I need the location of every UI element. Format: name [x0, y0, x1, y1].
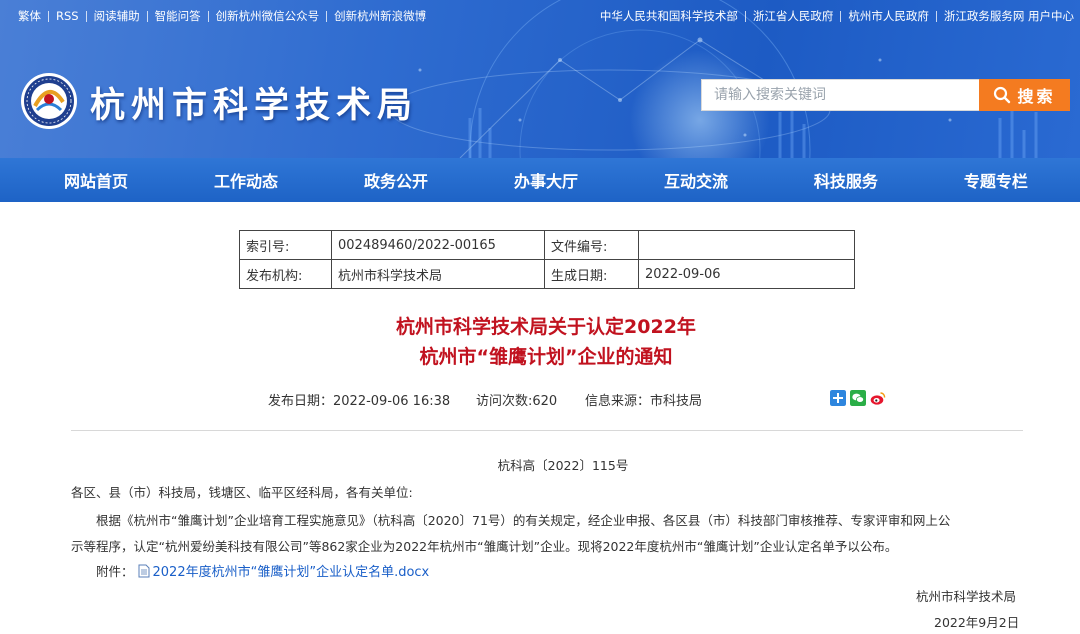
top-right-links: 中华人民共和国科学技术部 浙江省人民政府 杭州市人民政府 浙江政务服务网 用户中…	[600, 0, 1080, 32]
signature-org: 杭州市科学技术局	[916, 589, 1017, 604]
divider	[146, 10, 148, 22]
site-banner: 繁体 RSS 阅读辅助 智能问答 创新杭州微信公众号 创新杭州新浪微博 中华人民…	[0, 0, 1080, 158]
index-value: 002489460/2022-00165	[331, 230, 545, 260]
divider	[935, 10, 937, 22]
divider	[85, 10, 87, 22]
attachment-label: 附件：	[96, 564, 134, 579]
search-icon	[994, 86, 1011, 104]
article-title-line2: 杭州市“雏鹰计划”企业的通知	[419, 346, 673, 368]
document-number: 杭科高〔2022〕115号	[497, 458, 629, 473]
share-plus-icon[interactable]	[830, 390, 846, 406]
top-left-links: 繁体 RSS 阅读辅助 智能问答 创新杭州微信公众号 创新杭州新浪微博	[0, 0, 426, 32]
main-nav: 网站首页 工作动态 政务公开 办事大厅 互动交流 科技服务 专题专栏	[0, 158, 1080, 202]
document-file-icon	[138, 564, 150, 577]
search-input[interactable]	[701, 79, 979, 111]
link-most[interactable]: 中华人民共和国科学技术部	[600, 8, 738, 24]
visit-count: 访问次数:620	[476, 394, 558, 409]
divider	[840, 10, 842, 22]
salutation: 各区、县（市）科技局，钱塘区、临平区经科局，各有关单位:	[71, 485, 413, 500]
date-label: 生成日期:	[544, 259, 639, 289]
publish-date: 发布日期：2022-09-06 16:38	[268, 394, 451, 409]
paragraph-line-2: 示等程序，认定“杭州爱纷美科技有限公司”等862家企业为2022年杭州市“雏鹰计…	[71, 539, 898, 554]
wechat-share-icon[interactable]	[850, 390, 866, 406]
index-label: 索引号:	[239, 230, 332, 260]
nav-interaction[interactable]: 互动交流	[664, 168, 728, 192]
document-info-table: 索引号: 002489460/2022-00165 文件编号: 发布机构: 杭州…	[239, 230, 855, 289]
link-smart-qa[interactable]: 智能问答	[155, 8, 201, 24]
link-user-center[interactable]: 浙江政务服务网 用户中心	[944, 8, 1074, 24]
attachment-link[interactable]: 2022年度杭州市“雏鹰计划”企业认定名单.docx	[153, 561, 430, 580]
nav-tech-services[interactable]: 科技服务	[814, 168, 878, 192]
article-title-line1: 杭州市科学技术局关于认定2022年	[396, 316, 696, 338]
search-bar: 搜索	[701, 79, 1070, 111]
link-accessibility[interactable]: 阅读辅助	[94, 8, 140, 24]
link-hangzhou-gov[interactable]: 杭州市人民政府	[848, 8, 929, 24]
bureau-emblem-logo[interactable]	[20, 72, 78, 130]
content-divider	[71, 430, 1023, 431]
link-zhejiang-gov[interactable]: 浙江省人民政府	[753, 8, 834, 24]
link-rss[interactable]: RSS	[56, 9, 79, 23]
article-title: 杭州市科学技术局关于认定2022年 杭州市“雏鹰计划”企业的通知	[0, 312, 1080, 372]
docno-label: 文件编号:	[544, 230, 639, 260]
divider	[326, 10, 328, 22]
info-source: 信息来源：市科技局	[585, 394, 703, 409]
link-wechat[interactable]: 创新杭州微信公众号	[216, 8, 320, 24]
link-weibo[interactable]: 创新杭州新浪微博	[334, 8, 426, 24]
nav-home[interactable]: 网站首页	[64, 168, 128, 192]
org-value: 杭州市科学技术局	[331, 259, 545, 289]
nav-government-affairs[interactable]: 政务公开	[364, 168, 428, 192]
site-title: 杭州市科学技术局	[90, 86, 419, 126]
signature-date: 2022年9月2日	[934, 615, 1020, 630]
paragraph-line-1: 根据《杭州市“雏鹰计划”企业培育工程实施意见》（杭科高〔2020〕71号）的有关…	[96, 513, 951, 528]
table-row: 发布机构: 杭州市科学技术局 生成日期: 2022-09-06	[239, 259, 855, 289]
nav-special-topics[interactable]: 专题专栏	[964, 168, 1028, 192]
link-traditional-chinese[interactable]: 繁体	[18, 8, 41, 24]
nav-service-hall[interactable]: 办事大厅	[514, 168, 578, 192]
divider	[207, 10, 209, 22]
docno-value	[638, 230, 855, 260]
divider	[744, 10, 746, 22]
date-value: 2022-09-06	[638, 259, 855, 289]
attachment-row: 附件： 2022年度杭州市“雏鹰计划”企业认定名单.docx	[96, 561, 429, 580]
search-button[interactable]: 搜索	[979, 79, 1070, 111]
org-label: 发布机构:	[239, 259, 332, 289]
top-utility-bar: 繁体 RSS 阅读辅助 智能问答 创新杭州微信公众号 创新杭州新浪微博 中华人民…	[0, 0, 1080, 32]
search-button-label: 搜索	[1017, 87, 1056, 106]
weibo-share-icon[interactable]	[870, 390, 886, 406]
divider	[48, 10, 49, 22]
table-row: 索引号: 002489460/2022-00165 文件编号:	[239, 230, 855, 260]
nav-work-news[interactable]: 工作动态	[214, 168, 278, 192]
